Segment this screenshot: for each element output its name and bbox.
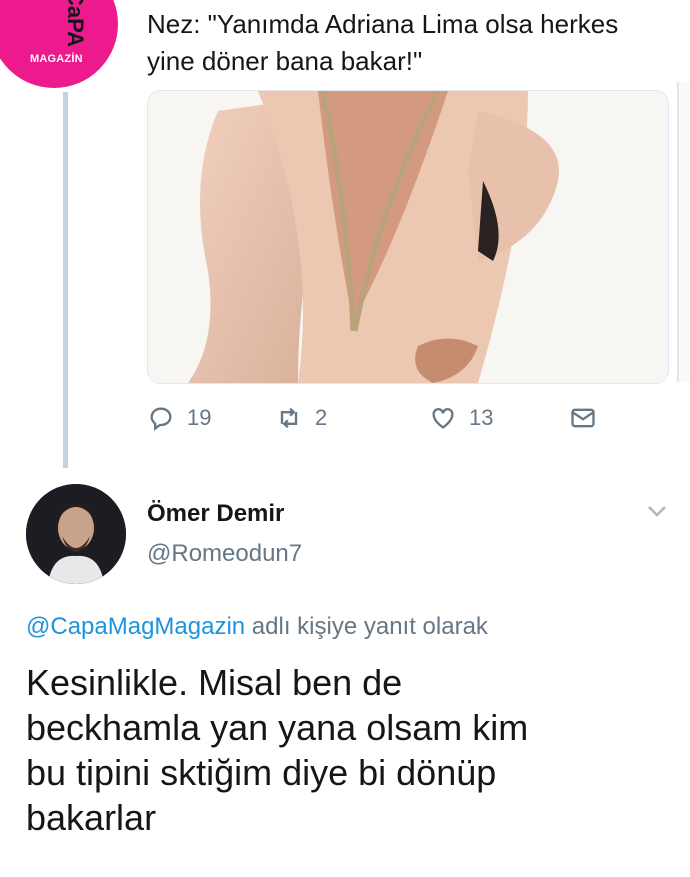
replying-to-mention-link[interactable]: @CapaMagMagazin [26,613,245,640]
reply-icon [150,407,172,431]
heart-icon [432,408,454,429]
reply-author-handle[interactable]: @Romeodun7 [147,540,302,568]
envelope-icon [571,408,595,428]
retweet-count: 2 [315,405,328,430]
chevron-down-icon[interactable] [644,500,670,522]
adjacent-panel-edge [677,82,690,382]
thread-line [63,92,68,468]
tweet-text: Nez: "Yanımda Adriana Lima olsa herkes y… [147,9,619,76]
retweet-icon [280,407,298,429]
like-action[interactable]: 13 [429,404,493,432]
tweet-actions-bar: 19 2 13 [147,404,667,440]
reply-count: 19 [187,405,212,430]
reply-action[interactable]: 19 [147,404,211,432]
photo-image-icon [148,91,668,383]
reply-text: Kesinlikle. Misal ben de beckhamla yan y… [26,662,529,838]
profile-photo [26,484,126,584]
reply-author-avatar[interactable] [26,484,126,584]
retweet-action[interactable]: 2 [275,404,327,432]
tweet-media-image[interactable] [147,90,669,384]
replying-to-suffix: adlı kişiye yanıt olarak [245,613,488,640]
like-count: 13 [469,405,494,430]
reply-author-name[interactable]: Ömer Demir [147,500,284,528]
avatar-logo-text: CaPA [63,0,88,48]
capa-magazin-avatar[interactable]: CaPA MAGAZİN [0,0,118,88]
direct-message-action[interactable] [569,404,597,432]
replying-to-line: @CapaMagMagazin adlı kişiye yanıt olarak [26,613,488,641]
avatar-logo-subtext: MAGAZİN [30,53,83,65]
